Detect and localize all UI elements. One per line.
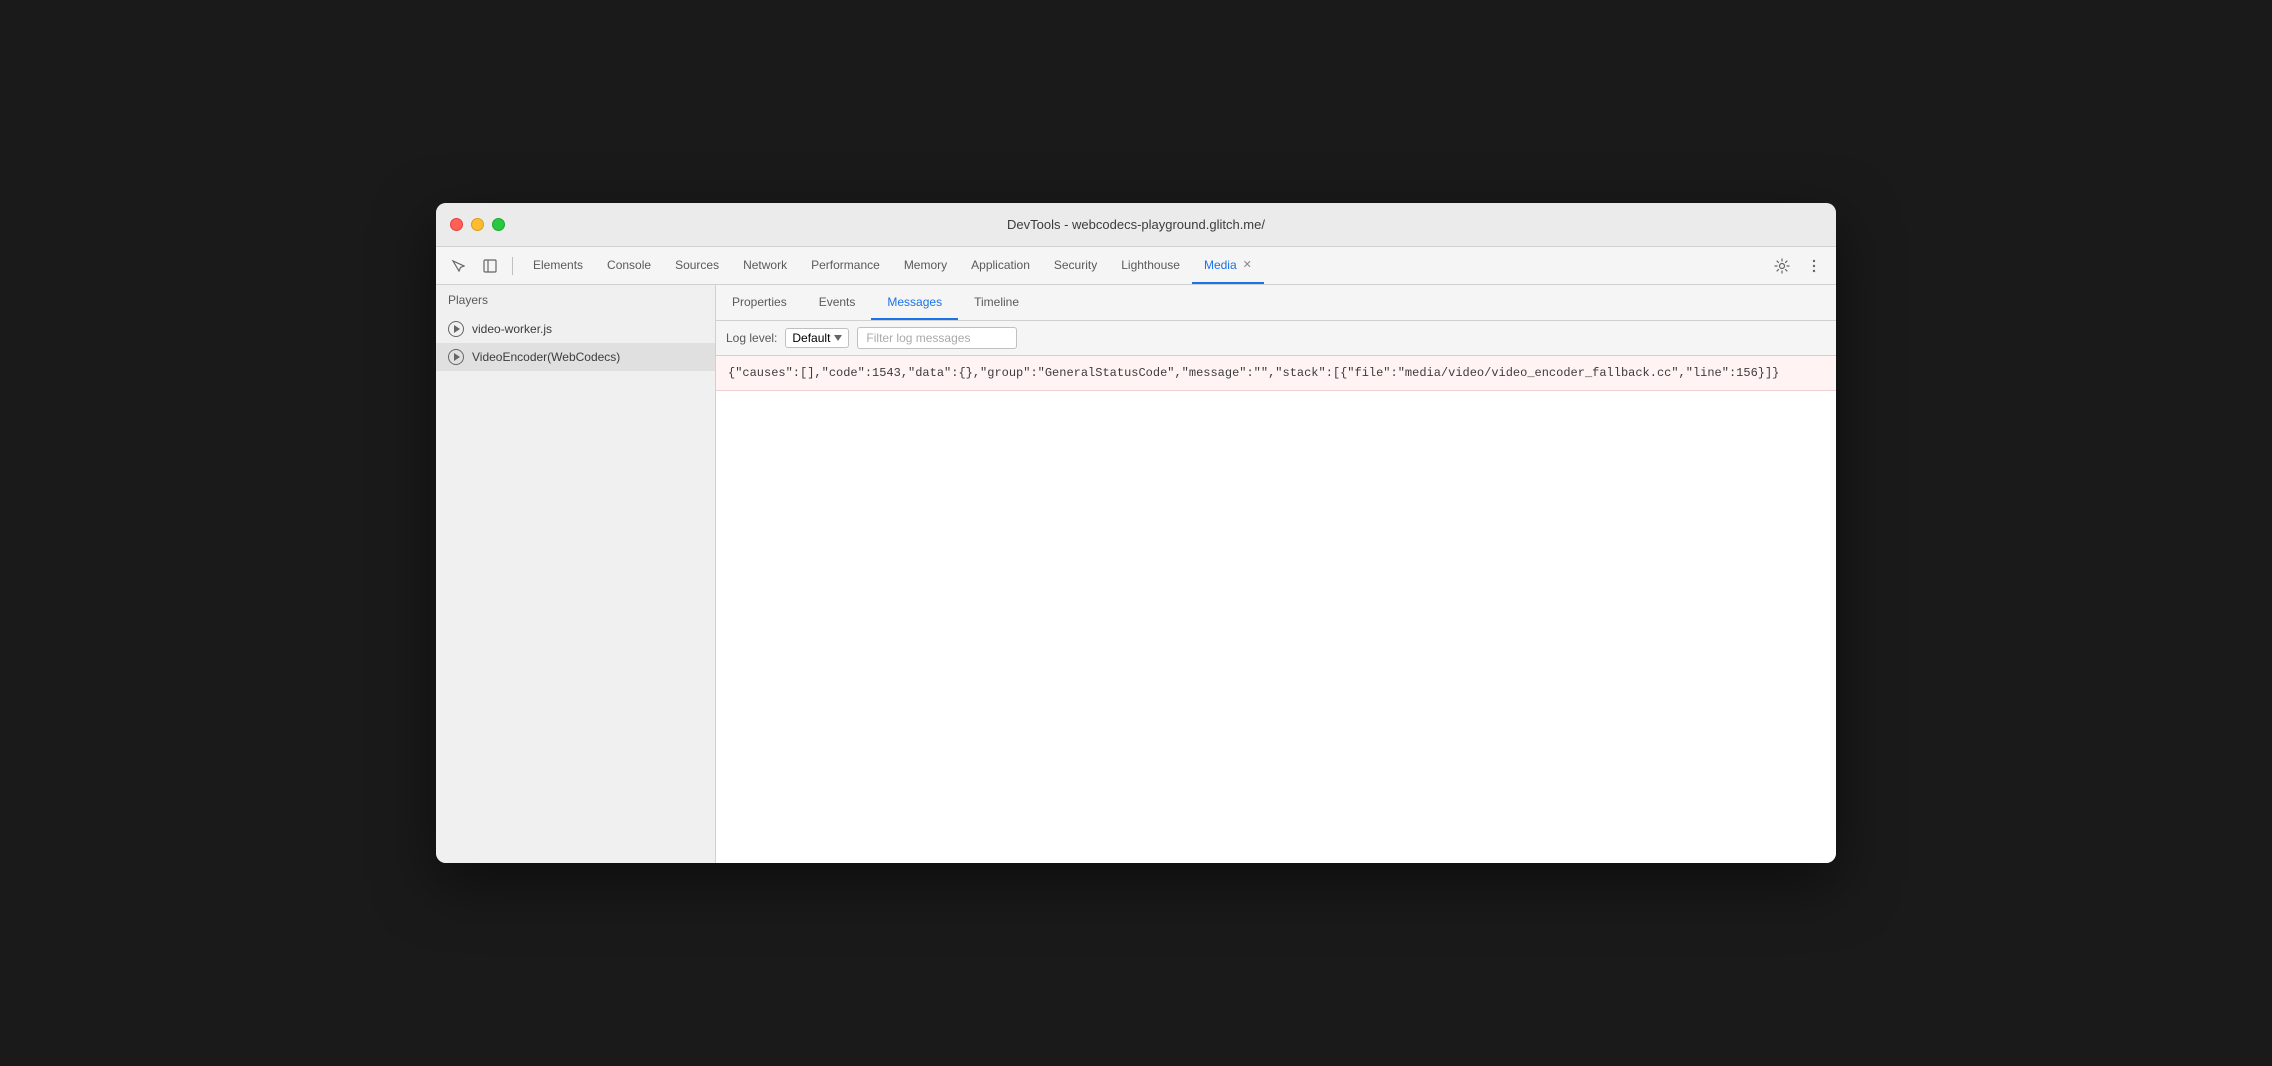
subtab-timeline[interactable]: Timeline [958, 285, 1035, 320]
tab-media[interactable]: Media ✕ [1192, 247, 1264, 284]
dock-icon[interactable] [476, 252, 504, 280]
tab-network[interactable]: Network [731, 247, 799, 284]
devtools-window: DevTools - webcodecs-playground.glitch.m… [436, 203, 1836, 863]
subtab-events[interactable]: Events [803, 285, 872, 320]
player-item-video-worker[interactable]: video-worker.js [436, 315, 715, 343]
settings-icon[interactable] [1768, 252, 1796, 280]
log-level-label: Log level: [726, 331, 777, 345]
player-label-selected: VideoEncoder(WebCodecs) [472, 350, 620, 364]
toolbar-divider [512, 257, 513, 275]
tab-console[interactable]: Console [595, 247, 663, 284]
right-panel: Properties Events Messages Timeline Log … [716, 285, 1836, 863]
sidebar: Players video-worker.js VideoEncoder(Web… [436, 285, 716, 863]
close-button[interactable] [450, 218, 463, 231]
log-level-value: Default [792, 331, 830, 345]
messages-area: {"causes":[],"code":1543,"data":{},"grou… [716, 356, 1836, 863]
play-icon [448, 321, 464, 337]
traffic-lights [450, 218, 505, 231]
tab-performance[interactable]: Performance [799, 247, 892, 284]
toolbar-actions [1768, 252, 1828, 280]
nav-tabs: Elements Console Sources Network Perform… [521, 247, 1764, 284]
message-text: {"causes":[],"code":1543,"data":{},"grou… [728, 366, 1779, 380]
title-bar: DevTools - webcodecs-playground.glitch.m… [436, 203, 1836, 247]
tab-sources[interactable]: Sources [663, 247, 731, 284]
tab-application[interactable]: Application [959, 247, 1042, 284]
player-item-video-encoder[interactable]: VideoEncoder(WebCodecs) [436, 343, 715, 371]
minimize-button[interactable] [471, 218, 484, 231]
player-label: video-worker.js [472, 322, 552, 336]
more-icon[interactable] [1800, 252, 1828, 280]
sub-tabs: Properties Events Messages Timeline [716, 285, 1836, 321]
filter-input[interactable] [857, 327, 1017, 349]
main-content: Players video-worker.js VideoEncoder(Web… [436, 285, 1836, 863]
toolbar: Elements Console Sources Network Perform… [436, 247, 1836, 285]
dropdown-chevron-icon [834, 335, 842, 341]
window-title: DevTools - webcodecs-playground.glitch.m… [1007, 217, 1265, 232]
tab-elements[interactable]: Elements [521, 247, 595, 284]
subtab-properties[interactable]: Properties [716, 285, 803, 320]
tab-security[interactable]: Security [1042, 247, 1109, 284]
maximize-button[interactable] [492, 218, 505, 231]
sidebar-header: Players [436, 285, 715, 315]
tab-memory[interactable]: Memory [892, 247, 959, 284]
message-row: {"causes":[],"code":1543,"data":{},"grou… [716, 356, 1836, 391]
cursor-icon[interactable] [444, 252, 472, 280]
tab-lighthouse[interactable]: Lighthouse [1109, 247, 1192, 284]
tab-close-icon[interactable]: ✕ [1243, 258, 1252, 271]
play-icon-selected [448, 349, 464, 365]
filter-bar: Log level: Default [716, 321, 1836, 356]
log-level-select[interactable]: Default [785, 328, 849, 348]
subtab-messages[interactable]: Messages [871, 285, 958, 320]
